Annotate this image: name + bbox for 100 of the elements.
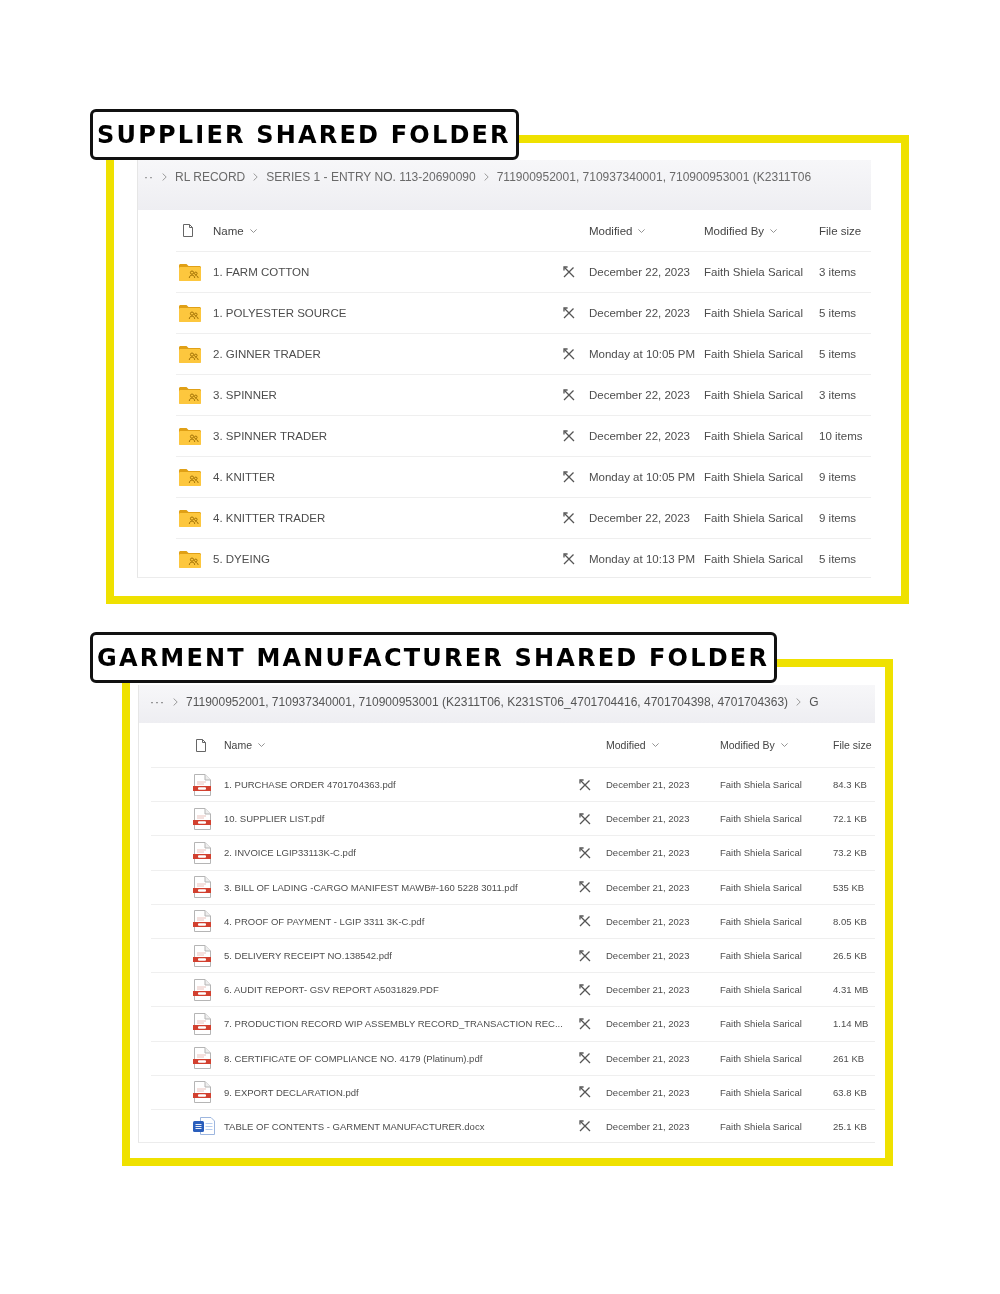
file-name-link[interactable]: 4. PROOF OF PAYMENT - LGIP 3311 3K-C.pdf: [224, 915, 425, 927]
modified-by-name: Faith Shiela Sarical: [704, 389, 805, 401]
file-name-link[interactable]: 3. SPINNER: [213, 389, 277, 401]
file-name-link[interactable]: 9. EXPORT DECLARATION.pdf: [224, 1086, 359, 1098]
section-title: SUPPLIER SHARED FOLDER: [90, 109, 519, 160]
modified-by-name: Faith Shiela Sarical: [720, 1052, 803, 1064]
breadcrumb-more-button[interactable]: ··: [144, 170, 154, 184]
breadcrumb-more-button[interactable]: ···: [150, 695, 165, 709]
file-size: 5 items: [819, 348, 858, 360]
column-header[interactable]: Modified: [606, 739, 659, 751]
pdf-file-icon: [193, 876, 211, 899]
file-name-link[interactable]: 1. PURCHASE ORDER 4701704363.pdf: [224, 779, 396, 791]
column-header[interactable]: Modified: [589, 224, 646, 237]
file-name-link[interactable]: 7. PRODUCTION RECORD WIP ASSEMBLY RECORD_TRANSACTION REC...: [224, 1018, 563, 1030]
modified-date: Monday at 10:05 PM: [589, 348, 697, 360]
arrow-cross-icon: [563, 348, 575, 360]
modified-date: December 21, 2023: [606, 950, 691, 962]
pdf-file-icon: [193, 978, 211, 1001]
file-name-link[interactable]: 4. KNITTER: [213, 471, 275, 483]
arrow-cross-icon: [563, 389, 575, 401]
arrow-cross-icon: [579, 812, 591, 825]
modified-by-name: Faith Shiela Sarical: [720, 1018, 803, 1030]
arrow-cross-icon: [563, 512, 575, 524]
modified-by-name: Faith Shiela Sarical: [704, 471, 805, 483]
modified-date: December 21, 2023: [606, 1018, 691, 1030]
column-header[interactable]: Modified By: [720, 739, 788, 751]
modified-date: December 21, 2023: [606, 1086, 691, 1098]
modified-date: December 22, 2023: [589, 389, 691, 401]
shared-folder-icon: [179, 468, 201, 486]
arrow-cross-icon: [579, 881, 591, 894]
file-name-link[interactable]: 3. BILL OF LADING -CARGO MANIFEST MAWB#-160 5228 3011.pdf: [224, 881, 518, 893]
modified-by-name: Faith Shiela Sarical: [704, 348, 805, 360]
file-name-link[interactable]: 5. DELIVERY RECEIPT NO.138542.pdf: [224, 950, 392, 962]
shared-folder-icon: [179, 509, 201, 527]
chevron-right-icon: [162, 173, 167, 181]
modified-by-name: Faith Shiela Sarical: [704, 266, 805, 278]
modified-date: Monday at 10:13 PM: [589, 553, 697, 565]
file-name-link[interactable]: 8. CERTIFICATE OF COMPLIANCE NO. 4179 (Platinum).pdf: [224, 1052, 483, 1064]
breadcrumb-link[interactable]: 711900952001, 710937340001, 710900953001 (K2311T06: [496, 170, 812, 184]
file-name-link[interactable]: 6. AUDIT REPORT- GSV REPORT A5031829.PDF: [224, 984, 439, 996]
section-title: GARMENT MANUFACTURER SHARED FOLDER: [90, 632, 778, 683]
breadcrumb-link[interactable]: SERIES 1 - ENTRY NO. 113-20690090: [266, 170, 476, 184]
breadcrumb-link[interactable]: RL RECORD: [175, 170, 246, 184]
modified-by-name: Faith Shiela Sarical: [720, 915, 803, 927]
shared-folder-icon: [179, 386, 201, 404]
breadcrumb-link[interactable]: G: [809, 695, 819, 709]
pdf-file-icon: [193, 773, 211, 796]
modified-date: December 21, 2023: [606, 779, 691, 791]
arrow-cross-icon: [563, 266, 575, 278]
modified-by-name: Faith Shiela Sarical: [720, 813, 803, 825]
modified-date: Monday at 10:05 PM: [589, 471, 697, 483]
file-size: 63.8 KB: [833, 1086, 868, 1098]
modified-date: December 22, 2023: [589, 266, 691, 278]
modified-date: December 21, 2023: [606, 1120, 691, 1132]
modified-by-name: Faith Shiela Sarical: [720, 984, 803, 996]
file-name-link[interactable]: 3. SPINNER TRADER: [213, 430, 328, 442]
modified-by-name: Faith Shiela Sarical: [720, 881, 803, 893]
arrow-cross-icon: [579, 846, 591, 859]
column-header[interactable]: File size: [819, 224, 862, 237]
file-name-link[interactable]: 10. SUPPLIER LIST.pdf: [224, 813, 325, 825]
pdf-file-icon: [193, 1012, 211, 1035]
shared-folder-icon: [179, 304, 201, 322]
arrow-cross-icon: [579, 1052, 591, 1065]
column-header[interactable]: Name: [213, 224, 257, 237]
file-name-link[interactable]: 2. INVOICE LGIP33113K-C.pdf: [224, 847, 356, 859]
file-name-link[interactable]: 1. POLYESTER SOURCE: [213, 307, 347, 319]
column-header[interactable]: Name: [224, 739, 265, 751]
modified-by-name: Faith Shiela Sarical: [704, 307, 805, 319]
file-size: 535 KB: [833, 881, 866, 893]
modified-date: December 21, 2023: [606, 1052, 691, 1064]
chevron-right-icon: [796, 698, 802, 706]
file-name-link[interactable]: 5. DYEING: [213, 553, 270, 565]
file-name-link[interactable]: 2. GINNER TRADER: [213, 348, 321, 360]
file-size: 261 KB: [833, 1052, 866, 1064]
file-size: 10 items: [819, 430, 864, 442]
column-header[interactable]: File size: [833, 739, 872, 751]
chevron-right-icon: [253, 173, 259, 181]
modified-by-name: Faith Shiela Sarical: [704, 512, 805, 524]
modified-by-name: Faith Shiela Sarical: [720, 950, 803, 962]
modified-date: December 21, 2023: [606, 984, 691, 996]
file-size: 1.14 MB: [833, 1018, 870, 1030]
file-size: 72.1 KB: [833, 813, 868, 825]
column-header[interactable]: Modified By: [704, 224, 778, 237]
arrow-cross-icon: [579, 949, 591, 962]
file-size: 73.2 KB: [833, 847, 868, 859]
file-name-link[interactable]: 4. KNITTER TRADER: [213, 512, 326, 524]
modified-date: December 22, 2023: [589, 430, 691, 442]
file-name-link[interactable]: TABLE OF CONTENTS - GARMENT MANUFACTURER.docx: [224, 1120, 485, 1132]
breadcrumb-link[interactable]: 711900952001, 710937340001, 710900953001 (K2311T06, K231ST06_4701704416, 4701704398, 4701704363): [186, 695, 789, 709]
shared-folder-icon: [179, 550, 201, 568]
file-size: 5 items: [819, 553, 858, 565]
file-size: 3 items: [819, 266, 858, 278]
file-name-link[interactable]: 1. FARM COTTON: [213, 266, 310, 278]
chevron-right-icon: [173, 698, 178, 706]
arrow-cross-icon: [563, 471, 575, 483]
modified-by-name: Faith Shiela Sarical: [720, 779, 803, 791]
pdf-file-icon: [193, 910, 211, 933]
modified-date: December 21, 2023: [606, 881, 691, 893]
modified-date: December 21, 2023: [606, 915, 691, 927]
modified-by-name: Faith Shiela Sarical: [704, 553, 805, 565]
